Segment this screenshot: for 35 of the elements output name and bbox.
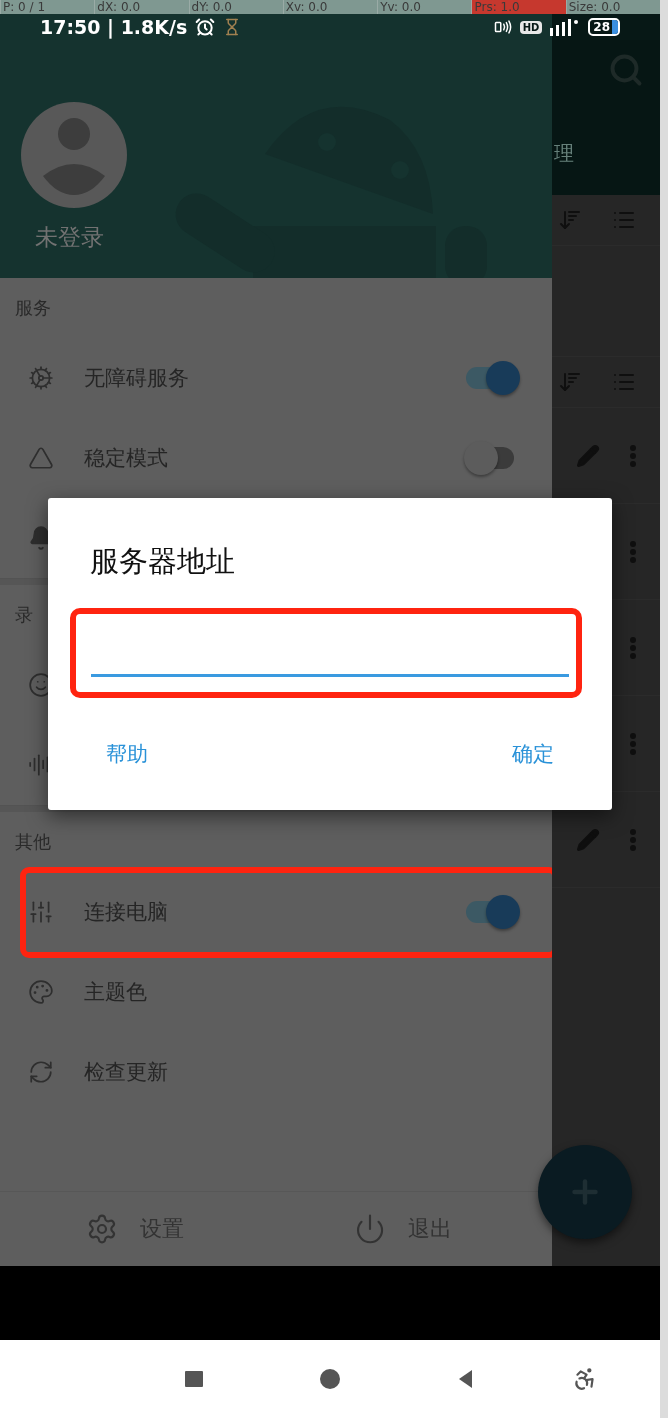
menu-item[interactable]: 稳定模式 — [84, 444, 168, 472]
menu-item[interactable]: 连接电脑 — [84, 898, 168, 926]
dialog-button[interactable]: 确定 — [494, 734, 572, 774]
power-icon — [354, 1213, 386, 1245]
phone-wifi-icon — [493, 18, 512, 36]
gears-icon — [28, 365, 54, 391]
palette-icon — [28, 979, 54, 1005]
alarm-icon — [195, 17, 216, 37]
triangle-icon — [28, 445, 54, 471]
dialog-button[interactable]: 帮助 — [88, 734, 166, 774]
avatar[interactable] — [21, 102, 127, 208]
pencil-icon — [576, 443, 600, 468]
sliders-icon — [28, 899, 54, 925]
recents-icon[interactable] — [184, 1369, 204, 1389]
more-icon — [630, 732, 636, 755]
toggle-switch[interactable] — [464, 360, 520, 396]
search-icon — [608, 52, 644, 88]
toolbar-title: 理 — [554, 140, 574, 167]
menu-item[interactable]: 主题色 — [84, 978, 147, 1006]
refresh-icon — [28, 1059, 54, 1085]
hd-badge: HD — [519, 20, 543, 34]
more-icon — [630, 636, 636, 659]
battery-indicator: 28 — [588, 18, 620, 36]
status-time: 17:50 | 1.8K/s — [40, 16, 188, 38]
login-status: 未登录 — [35, 223, 104, 252]
settings-icon — [86, 1213, 118, 1245]
toggle-switch[interactable] — [464, 894, 520, 930]
more-icon — [630, 540, 636, 563]
pencil-icon — [576, 827, 600, 852]
signal-icon — [550, 18, 581, 36]
debug-readout: Prs: 1.0 — [471, 0, 566, 14]
menu-item[interactable]: 检查更新 — [84, 1058, 168, 1086]
menu-item[interactable]: 无障碍服务 — [84, 364, 189, 392]
dialog-title: 服务器地址 — [90, 543, 236, 580]
home-icon[interactable] — [320, 1369, 340, 1389]
